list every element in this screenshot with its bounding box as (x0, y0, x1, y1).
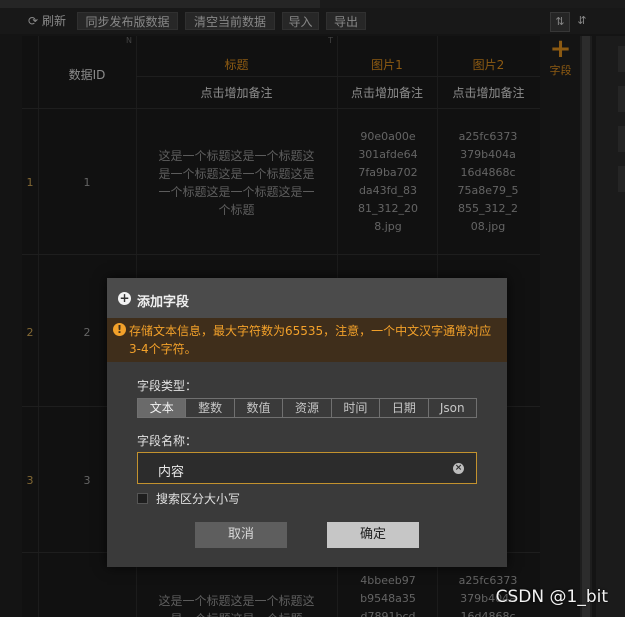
field-name-value: 内容 (158, 465, 185, 480)
field-type-label: 字段类型： (137, 379, 198, 393)
warning-banner: ! 存储文本信息，最大字符数为65535，注意，一个中文汉字通常对应3-4个字符… (107, 318, 507, 362)
cancel-button[interactable]: 取消 (195, 522, 287, 548)
field-type-selector: 文本 整数 数值 资源 时间 日期 Json (137, 398, 477, 418)
dialog-title: 添加字段 (137, 295, 190, 310)
add-field-dialog: + 添加字段 ! 存储文本信息，最大字符数为65535，注意，一个中文汉字通常对… (107, 278, 507, 567)
case-sensitive-checkbox[interactable] (137, 493, 148, 504)
clear-icon[interactable]: × (453, 463, 464, 474)
type-option-resource[interactable]: 资源 (283, 399, 332, 417)
type-option-date[interactable]: 日期 (380, 399, 429, 417)
type-option-number[interactable]: 数值 (235, 399, 284, 417)
warning-icon: ! (113, 323, 126, 336)
dialog-header: + 添加字段 (107, 278, 507, 318)
field-name-label: 字段名称： (137, 434, 198, 448)
case-sensitive-label[interactable]: 搜索区分大小写 (156, 490, 240, 507)
type-option-integer[interactable]: 整数 (186, 399, 235, 417)
field-name-input[interactable]: 内容 × (137, 452, 477, 484)
watermark: CSDN @1_bit (495, 587, 608, 607)
confirm-button[interactable]: 确定 (327, 522, 419, 548)
type-option-json[interactable]: Json (429, 399, 476, 417)
type-option-text[interactable]: 文本 (138, 399, 187, 417)
type-option-time[interactable]: 时间 (332, 399, 381, 417)
warning-text: 存储文本信息，最大字符数为65535，注意，一个中文汉字通常对应3-4个字符。 (129, 324, 492, 356)
plus-circle-icon: + (118, 291, 131, 305)
